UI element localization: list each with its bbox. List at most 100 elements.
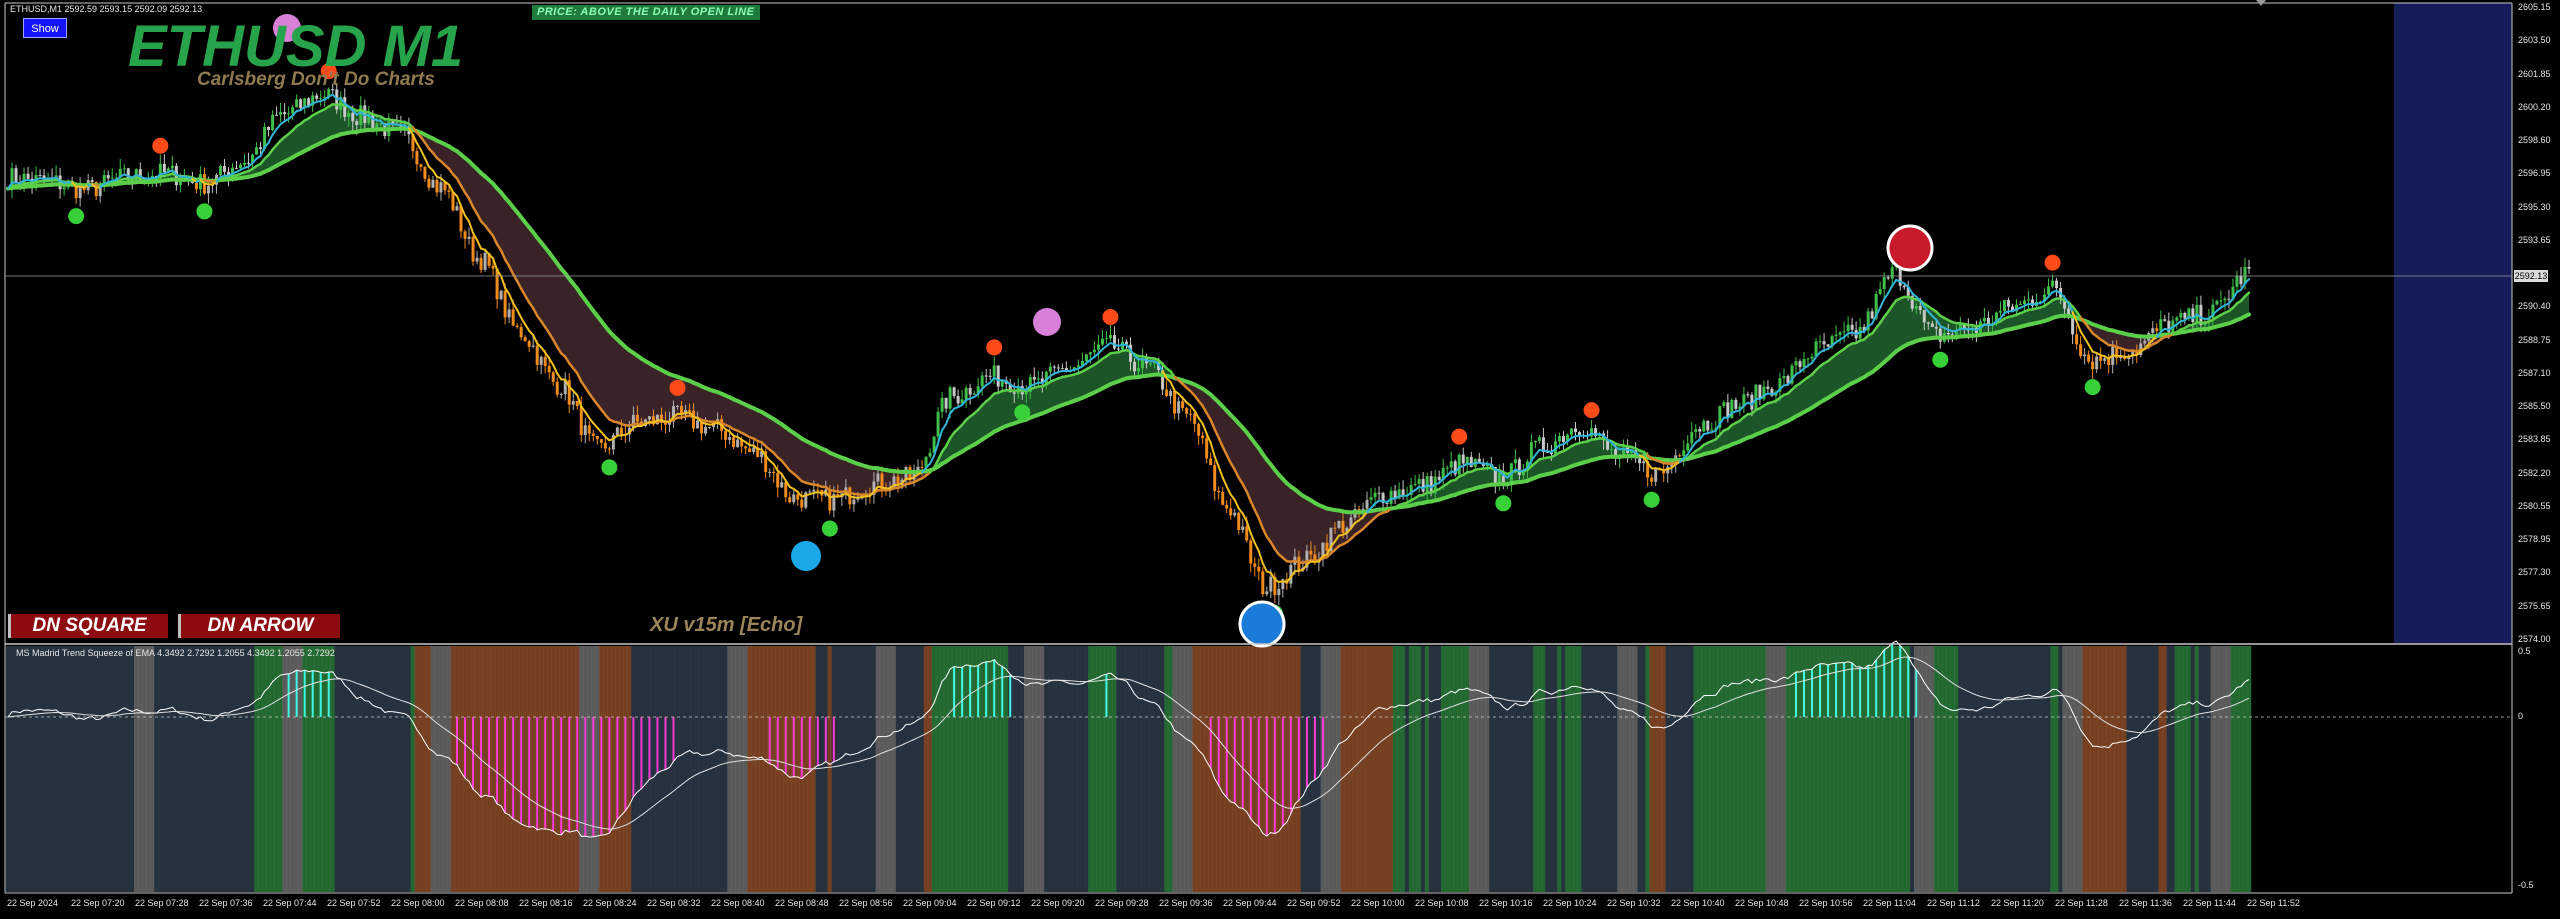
squeeze-bar [254, 646, 259, 892]
squeeze-bar [1003, 646, 1009, 892]
squeeze-bar [727, 646, 732, 892]
time-axis-label: 22 Sep 07:44 [263, 898, 317, 908]
squeeze-bar [29, 646, 35, 892]
squeeze-bar [454, 646, 460, 892]
candle-body [1846, 324, 1850, 332]
dn-arrow-button[interactable]: DN ARROW [178, 614, 340, 638]
squeeze-bar [530, 646, 536, 892]
squeeze-bar [482, 646, 488, 892]
candle-body [2175, 317, 2179, 321]
squeeze-bar [1076, 646, 1081, 892]
time-axis-label: 22 Sep 09:12 [967, 898, 1021, 908]
candle-body [471, 236, 475, 262]
squeeze-bar [2186, 646, 2192, 892]
histogram-bar [977, 665, 980, 717]
squeeze-bar [751, 646, 756, 892]
candle-body [1137, 368, 1141, 372]
squeeze-bar [1252, 646, 1258, 892]
squeeze-bar [41, 646, 47, 892]
candle-body [2143, 340, 2147, 344]
candle-body [948, 387, 952, 409]
candle-body [1365, 499, 1369, 509]
squeeze-bar [49, 646, 55, 892]
histogram-bar [496, 717, 499, 805]
squeeze-bar [422, 646, 428, 892]
squeeze-bar [1813, 646, 1819, 892]
squeeze-bar [126, 646, 131, 892]
squeeze-bar [651, 646, 656, 892]
squeeze-bar [1673, 646, 1678, 892]
histogram-bar [656, 717, 659, 773]
histogram-bar [1803, 670, 1806, 717]
squeeze-bar [2226, 646, 2232, 892]
candle-body [708, 426, 712, 428]
candle-body [2099, 356, 2103, 361]
squeeze-bar [130, 646, 135, 892]
squeeze-bar [2158, 646, 2164, 892]
squeeze-bar [1777, 646, 1783, 892]
histogram-bar [600, 717, 603, 836]
histogram-bar [808, 717, 811, 772]
squeeze-bar [446, 646, 452, 892]
candle-body [1205, 438, 1209, 459]
histogram-bar [672, 717, 675, 762]
swing-high-dot [669, 379, 686, 396]
squeeze-bar [2162, 646, 2168, 892]
time-axis-label: 22 Sep 11:28 [2055, 898, 2108, 908]
candle-body [579, 406, 583, 436]
squeeze-bar [779, 646, 784, 892]
candle-body [992, 365, 996, 377]
squeeze-bar [1982, 646, 1987, 892]
squeeze-bar [1761, 646, 1767, 892]
shift-marker-icon[interactable] [2256, 0, 2266, 6]
candle-body [696, 420, 700, 429]
squeeze-bar [2074, 646, 2079, 892]
candle-body [2163, 319, 2167, 321]
candle-body [415, 151, 419, 165]
squeeze-bar [1677, 646, 1682, 892]
squeeze-bar [2070, 646, 2075, 892]
squeeze-bar [394, 646, 400, 892]
squeeze-bar [1954, 646, 1959, 892]
squeeze-bar [675, 646, 680, 892]
candle-body [2079, 344, 2083, 357]
candle-body [1922, 310, 1926, 323]
candle-body [1682, 450, 1686, 457]
squeeze-bar [334, 646, 339, 892]
squeeze-bar [611, 646, 616, 892]
squeeze-bar [2234, 646, 2240, 892]
squeeze-bar [53, 646, 59, 892]
squeeze-bar [863, 646, 869, 892]
candle-body [2095, 356, 2099, 370]
candle-body [359, 105, 363, 125]
candle-body [972, 393, 976, 395]
squeeze-bar [146, 646, 151, 892]
candle-body [1694, 429, 1698, 433]
candle-body [511, 309, 515, 326]
swing-low-dot [1495, 495, 1512, 512]
squeeze-bar [538, 646, 544, 892]
squeeze-bar [971, 646, 977, 892]
show-button[interactable]: Show [23, 18, 67, 38]
candle-body [2022, 300, 2026, 304]
time-axis-label: 22 Sep 09:20 [1031, 898, 1085, 908]
squeeze-bar [2130, 646, 2135, 892]
squeeze-bar [1717, 646, 1723, 892]
candle-body [503, 290, 507, 318]
osc-axis-label: 0.5 [2518, 646, 2531, 656]
squeeze-bar [859, 646, 865, 892]
candle-body [1710, 429, 1714, 431]
histogram-bar [1875, 659, 1878, 717]
squeeze-bar [1753, 646, 1759, 892]
candle-body [980, 375, 984, 387]
squeeze-bar [911, 646, 917, 892]
squeeze-bar [947, 646, 953, 892]
blue-dot [791, 541, 821, 571]
squeeze-bar [1885, 646, 1891, 892]
chart-title: ETHUSD M1 [128, 14, 464, 79]
squeeze-bar [1128, 646, 1133, 892]
candle-body [732, 437, 736, 448]
squeeze-bar [1072, 646, 1077, 892]
squeeze-bar [2246, 646, 2252, 892]
dn-square-button[interactable]: DN SQUARE [8, 614, 168, 638]
